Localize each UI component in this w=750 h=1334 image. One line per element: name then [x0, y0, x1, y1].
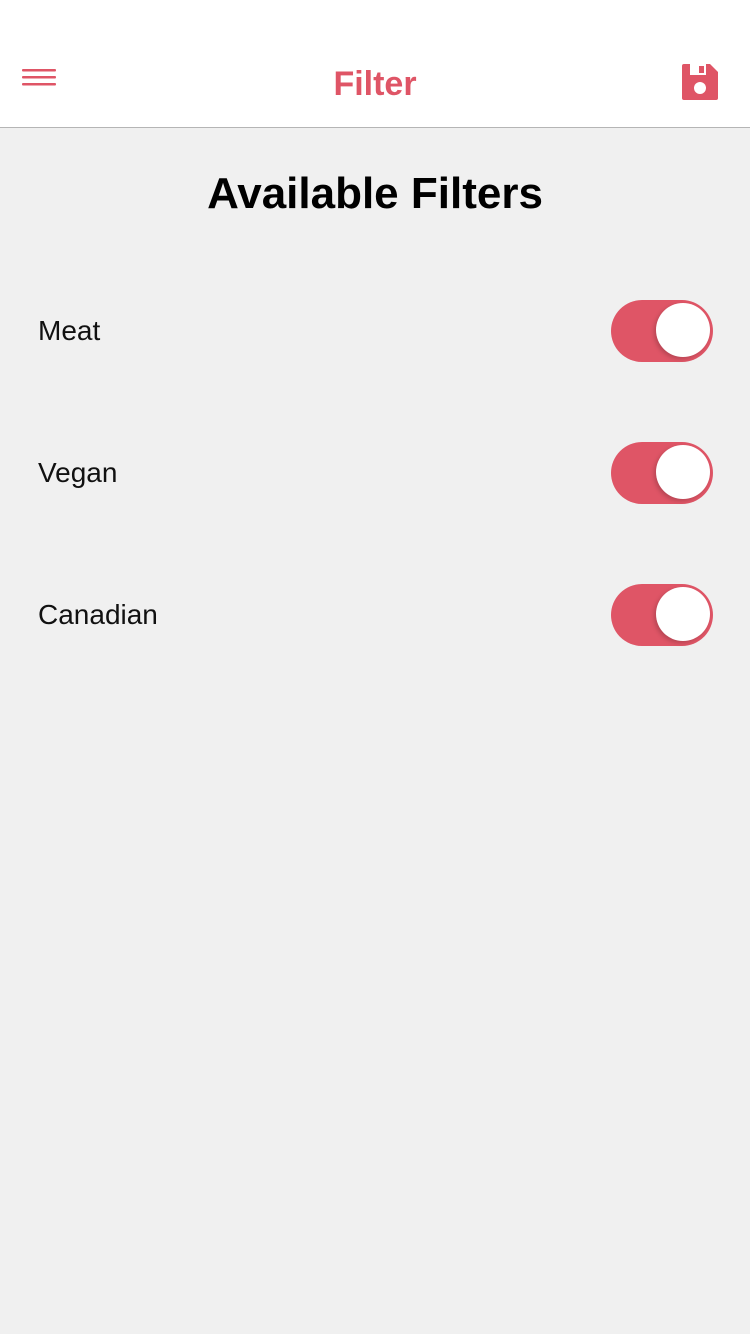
filter-row-vegan: Vegan [0, 442, 750, 504]
floppy-disk-icon [682, 64, 718, 100]
vegan-toggle[interactable] [611, 442, 713, 504]
page-title: Filter [333, 65, 417, 103]
filter-label: Canadian [38, 599, 158, 630]
meat-toggle[interactable] [611, 300, 713, 362]
filter-label: Vegan [38, 457, 118, 488]
filter-row-meat: Meat [0, 300, 750, 362]
toggle-knob [656, 587, 710, 641]
filter-label: Meat [38, 315, 101, 346]
save-button[interactable] [676, 58, 724, 106]
toggle-knob [656, 445, 710, 499]
filter-row-canadian: Canadian [0, 584, 750, 646]
header-bar: Filter [0, 0, 750, 128]
canadian-toggle[interactable] [611, 584, 713, 646]
toggle-knob [656, 303, 710, 357]
section-title: Available Filters [207, 169, 543, 218]
